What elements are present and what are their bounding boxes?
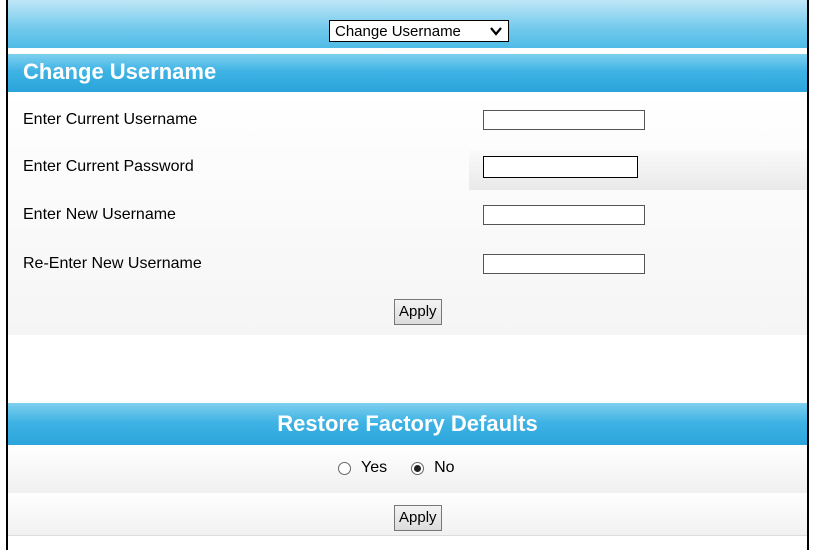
reenter-username-input[interactable]: [483, 254, 645, 274]
restore-no-label: No: [434, 459, 455, 476]
restore-yes-label: Yes: [361, 459, 388, 476]
restore-defaults-header: Restore Factory Defaults: [8, 403, 807, 445]
section-select-value: Change Username: [335, 22, 461, 40]
restore-no-radio[interactable]: [411, 461, 425, 475]
restore-yes-radio[interactable]: [338, 461, 351, 475]
change-username-apply-button[interactable]: Apply: [394, 299, 442, 325]
radio-selected-dot: [414, 464, 422, 472]
top-bar: Change Username: [8, 0, 807, 48]
change-username-form: Enter Current Username Enter Current Pas…: [8, 92, 807, 335]
change-username-title: Change Username: [23, 59, 217, 84]
current-username-label: Enter Current Username: [23, 111, 198, 128]
router-settings-frame: Change Username Change Username Enter Cu…: [6, 0, 809, 550]
chevron-down-icon: [490, 27, 502, 36]
change-username-header: Change Username: [8, 54, 807, 92]
restore-defaults-apply-button[interactable]: Apply: [394, 505, 442, 531]
new-username-label: Enter New Username: [23, 206, 176, 223]
restore-apply-row: Apply: [8, 493, 807, 536]
restore-defaults-title: Restore Factory Defaults: [277, 411, 538, 436]
new-username-input[interactable]: [483, 205, 645, 225]
section-select[interactable]: Change Username: [329, 20, 509, 42]
reenter-username-label: Re-Enter New Username: [23, 255, 202, 272]
current-password-input[interactable]: [483, 156, 638, 178]
current-username-input[interactable]: [483, 110, 645, 130]
current-password-label: Enter Current Password: [23, 158, 194, 175]
restore-defaults-options: Yes No: [8, 445, 807, 493]
